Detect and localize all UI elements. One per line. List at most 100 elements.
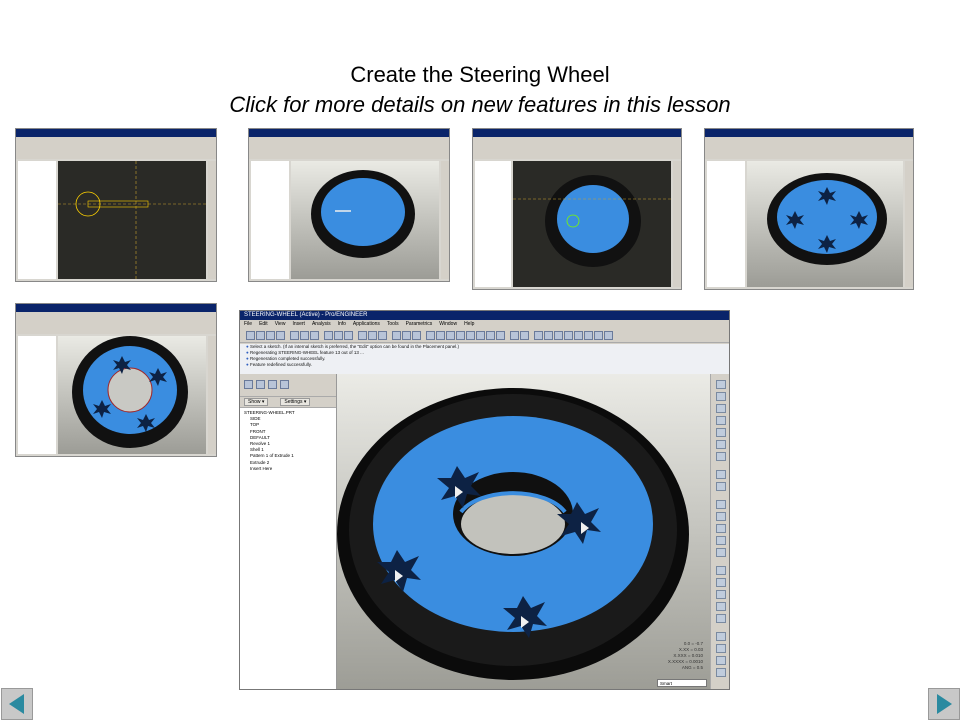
- toolbar-button[interactable]: [344, 331, 353, 340]
- window-title: STEERING-WHEEL (Active) - Pro/ENGINEER: [240, 311, 729, 320]
- menu-applications[interactable]: Applications: [353, 321, 380, 327]
- toolbar-button[interactable]: [266, 331, 275, 340]
- model-tree-tab[interactable]: [244, 380, 253, 389]
- message-area: Select a sketch. (If an internal sketch …: [240, 344, 729, 374]
- toolbar: [240, 328, 729, 343]
- toolbar-button[interactable]: [564, 331, 573, 340]
- feature-tool-button[interactable]: [716, 536, 726, 545]
- toolbar-button[interactable]: [520, 331, 529, 340]
- thumbnail-step5-hole[interactable]: [15, 303, 217, 457]
- menu-bar: File Edit View Insert Analysis Info Applicatio…: [240, 320, 729, 328]
- sketch-tool-button[interactable]: [716, 452, 726, 461]
- toolbar-button[interactable]: [574, 331, 583, 340]
- toolbar-button[interactable]: [256, 331, 265, 340]
- sketch-tool-button[interactable]: [716, 404, 726, 413]
- toolbar-button[interactable]: [456, 331, 465, 340]
- toolbar-button[interactable]: [436, 331, 445, 340]
- toolbar-button[interactable]: [486, 331, 495, 340]
- thumbnail-step1-sketch[interactable]: [15, 128, 217, 282]
- menu-info[interactable]: Info: [338, 321, 346, 327]
- toolbar-button[interactable]: [290, 331, 299, 340]
- sketch-tool-button[interactable]: [716, 428, 726, 437]
- navigator-panel: Show ▾ Settings ▾ STEERING-WHEEL.PRT SIDE…: [240, 374, 337, 689]
- history-tab[interactable]: [280, 380, 289, 389]
- sketch-tool-button[interactable]: [716, 416, 726, 425]
- settings-menu[interactable]: Settings ▾: [280, 398, 311, 406]
- toolbar-button[interactable]: [510, 331, 519, 340]
- model-tree: STEERING-WHEEL.PRT SIDE TOP FRONT DEFAUL…: [240, 408, 336, 472]
- arrow-right-icon: [937, 694, 952, 714]
- toolbar-button[interactable]: [594, 331, 603, 340]
- sketch-tool-button[interactable]: [716, 392, 726, 401]
- toolbar-button[interactable]: [534, 331, 543, 340]
- toolbar-button[interactable]: [324, 331, 333, 340]
- feature-tool-button[interactable]: [716, 482, 726, 491]
- feature-tool-button[interactable]: [716, 590, 726, 599]
- menu-window[interactable]: Window: [439, 321, 457, 327]
- toolbar-button[interactable]: [276, 331, 285, 340]
- toolbar-button[interactable]: [368, 331, 377, 340]
- sketch-tool-button[interactable]: [716, 440, 726, 449]
- toolbar-button[interactable]: [402, 331, 411, 340]
- feature-tool-button[interactable]: [716, 668, 726, 677]
- feature-tool-button[interactable]: [716, 578, 726, 587]
- toolbar-button[interactable]: [246, 331, 255, 340]
- menu-edit[interactable]: Edit: [259, 321, 268, 327]
- toolbar-button[interactable]: [496, 331, 505, 340]
- toolbar-button[interactable]: [378, 331, 387, 340]
- show-menu[interactable]: Show ▾: [244, 398, 269, 406]
- thumbnail-step4-stars[interactable]: [704, 128, 914, 290]
- arrow-left-icon: [9, 694, 24, 714]
- feature-tool-button[interactable]: [716, 470, 726, 479]
- feature-tool-button[interactable]: [716, 566, 726, 575]
- toolbar-button[interactable]: [476, 331, 485, 340]
- toolbar-button[interactable]: [604, 331, 613, 340]
- feature-tool-button[interactable]: [716, 524, 726, 533]
- thumbnail-step3-sketch-on-ring[interactable]: [472, 128, 682, 290]
- menu-insert[interactable]: Insert: [292, 321, 305, 327]
- message-line: Feature redefined successfully.: [246, 362, 729, 368]
- menu-analysis[interactable]: Analysis: [312, 321, 331, 327]
- model-viewport[interactable]: 0.0 = -0.7 X.XX = 0.03 X.XXX = 0.010 X.X…: [337, 374, 711, 689]
- sketch-tool-button[interactable]: [716, 380, 726, 389]
- large-screenshot[interactable]: STEERING-WHEEL (Active) - Pro/ENGINEER F…: [239, 310, 730, 690]
- feature-tool-button[interactable]: [716, 500, 726, 509]
- dimension-readout: 0.0 = -0.7 X.XX = 0.03 X.XXX = 0.010 X.X…: [667, 641, 703, 670]
- menu-view[interactable]: View: [275, 321, 286, 327]
- tree-options: Show ▾ Settings ▾: [240, 397, 336, 408]
- menu-help[interactable]: Help: [464, 321, 474, 327]
- next-slide-button[interactable]: [928, 688, 960, 720]
- feature-tool-button[interactable]: [716, 656, 726, 665]
- toolbar-button[interactable]: [544, 331, 553, 340]
- menu-tools[interactable]: Tools: [387, 321, 399, 327]
- toolbar-button[interactable]: [584, 331, 593, 340]
- favorites-tab[interactable]: [268, 380, 277, 389]
- navigator-toolbar: [240, 374, 336, 397]
- selection-filter[interactable]: Smart: [657, 679, 707, 687]
- menu-file[interactable]: File: [244, 321, 252, 327]
- toolbar-button[interactable]: [412, 331, 421, 340]
- toolbar-button[interactable]: [426, 331, 435, 340]
- feature-tool-button[interactable]: [716, 632, 726, 641]
- page-title: Create the Steering Wheel: [350, 62, 610, 87]
- toolbar-button[interactable]: [310, 331, 319, 340]
- feature-tool-button[interactable]: [716, 644, 726, 653]
- details-link[interactable]: Click for more details on new features i…: [0, 92, 960, 118]
- feature-tool-button[interactable]: [716, 548, 726, 557]
- toolbar-button[interactable]: [446, 331, 455, 340]
- toolbar-button[interactable]: [392, 331, 401, 340]
- folder-browser-tab[interactable]: [256, 380, 265, 389]
- tree-item[interactable]: Insert Here: [244, 466, 336, 472]
- toolbar-button[interactable]: [300, 331, 309, 340]
- toolbar-button[interactable]: [334, 331, 343, 340]
- toolbar-button[interactable]: [358, 331, 367, 340]
- previous-slide-button[interactable]: [1, 688, 33, 720]
- thumbnail-step2-revolve[interactable]: [248, 128, 450, 282]
- feature-tool-button[interactable]: [716, 512, 726, 521]
- feature-tool-button[interactable]: [716, 614, 726, 623]
- toolbar-button[interactable]: [554, 331, 563, 340]
- feature-tool-button[interactable]: [716, 602, 726, 611]
- feature-toolbar: [710, 374, 729, 689]
- toolbar-button[interactable]: [466, 331, 475, 340]
- menu-parametrics[interactable]: Parametrics: [406, 321, 433, 327]
